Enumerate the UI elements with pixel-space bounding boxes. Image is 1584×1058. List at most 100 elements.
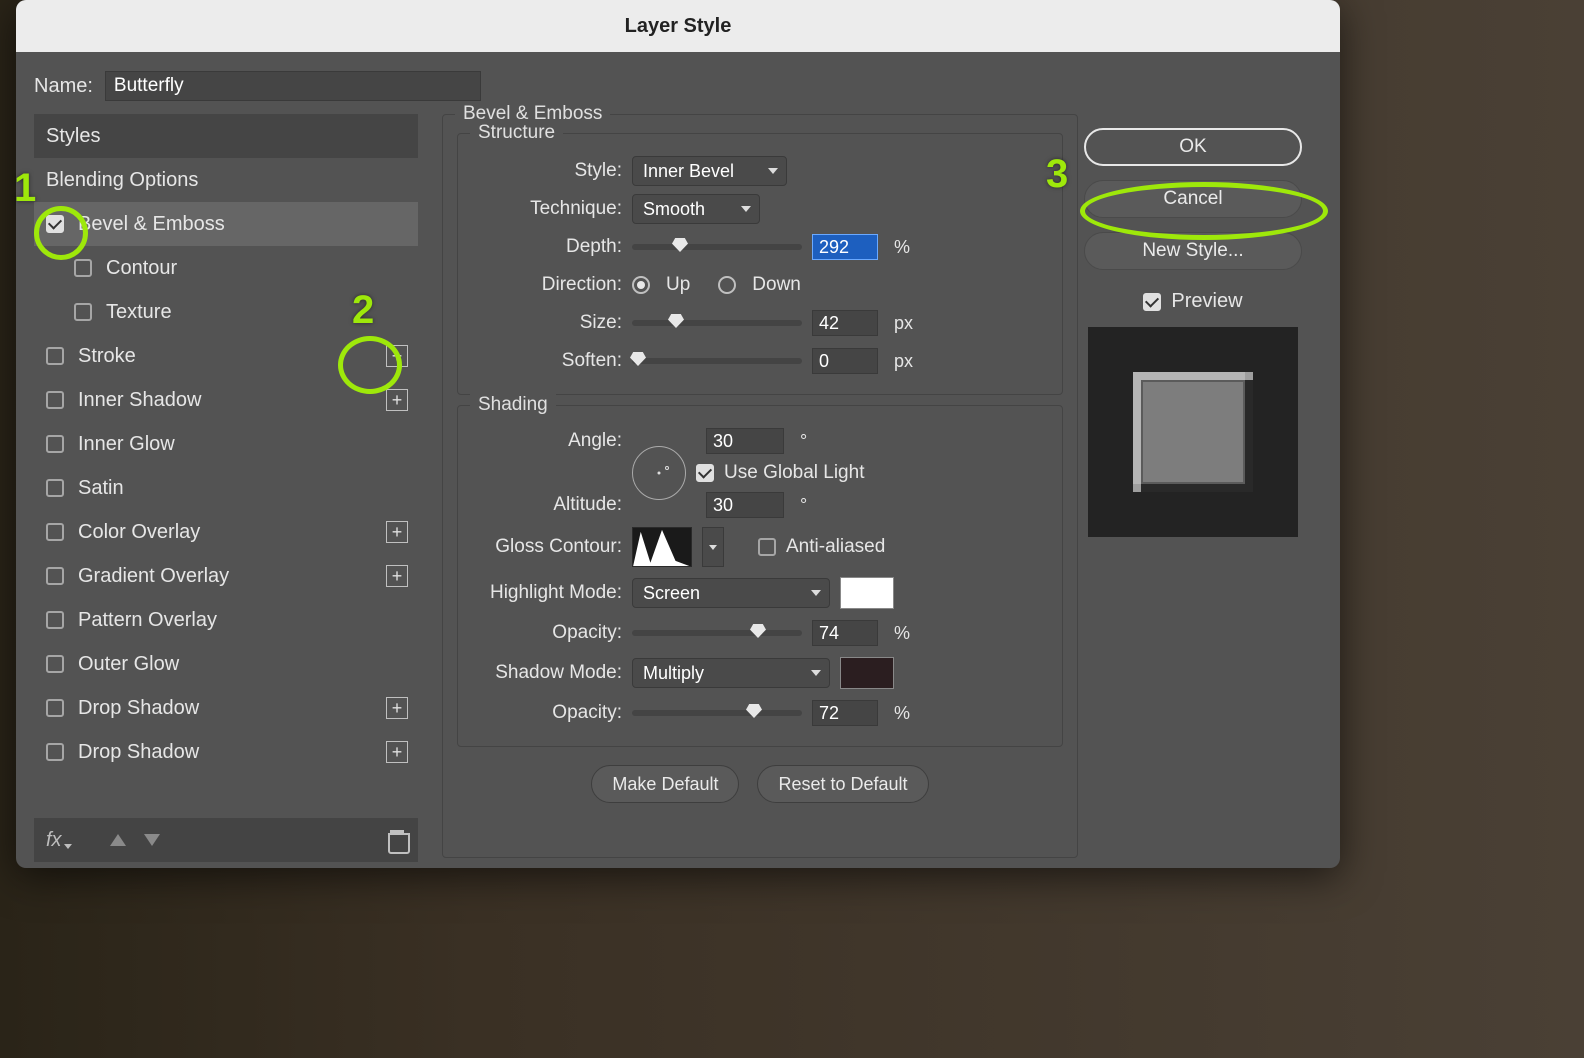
style-item-contour[interactable]: Contour: [34, 246, 418, 290]
checkbox-contour[interactable]: [74, 259, 92, 277]
name-row: Name:: [34, 66, 1322, 106]
checkbox-stroke[interactable]: [46, 347, 64, 365]
style-item-stroke[interactable]: Stroke +: [34, 334, 418, 378]
blending-options[interactable]: Blending Options: [34, 158, 418, 202]
checkbox-drop-shadow-1[interactable]: [46, 699, 64, 717]
shading-title: Shading: [470, 394, 556, 416]
shadow-mode-select[interactable]: Multiply: [632, 658, 830, 688]
checkbox-inner-shadow[interactable]: [46, 391, 64, 409]
gloss-contour-preview[interactable]: [632, 527, 692, 567]
style-label: Drop Shadow: [78, 697, 199, 720]
style-label: Pattern Overlay: [78, 609, 217, 632]
trash-icon[interactable]: [388, 830, 406, 850]
highlight-opacity-unit: %: [894, 623, 910, 644]
structure-title: Structure: [470, 122, 563, 144]
style-item-color-overlay[interactable]: Color Overlay +: [34, 510, 418, 554]
angle-dial[interactable]: [632, 446, 686, 500]
style-item-drop-shadow-2[interactable]: Drop Shadow +: [34, 730, 418, 774]
styles-footer: fx: [34, 818, 418, 862]
gloss-label: Gloss Contour:: [472, 536, 622, 558]
highlight-opacity-field[interactable]: [812, 620, 878, 646]
style-item-satin[interactable]: Satin: [34, 466, 418, 510]
angle-field[interactable]: [706, 428, 784, 454]
preview-label[interactable]: Preview: [1171, 290, 1242, 313]
angle-unit: °: [800, 431, 807, 452]
bevel-emboss-settings: Bevel & Emboss Structure Style: Inner Be…: [442, 114, 1078, 868]
add-stroke-icon[interactable]: +: [386, 345, 408, 367]
style-item-inner-glow[interactable]: Inner Glow: [34, 422, 418, 466]
ok-button[interactable]: OK: [1084, 128, 1302, 166]
checkbox-color-overlay[interactable]: [46, 523, 64, 541]
style-item-drop-shadow-1[interactable]: Drop Shadow +: [34, 686, 418, 730]
gloss-contour-dropdown[interactable]: [702, 527, 724, 567]
soften-field[interactable]: [812, 348, 878, 374]
style-label: Style:: [472, 160, 622, 182]
new-style-button[interactable]: New Style...: [1084, 232, 1302, 270]
checkbox-inner-glow[interactable]: [46, 435, 64, 453]
checkbox-drop-shadow-2[interactable]: [46, 743, 64, 761]
direction-down-radio[interactable]: [718, 276, 736, 294]
highlight-mode-select[interactable]: Screen: [632, 578, 830, 608]
add-drop-shadow-1-icon[interactable]: +: [386, 697, 408, 719]
highlight-color-swatch[interactable]: [840, 577, 894, 609]
checkbox-gradient-overlay[interactable]: [46, 567, 64, 585]
style-item-outer-glow[interactable]: Outer Glow: [34, 642, 418, 686]
size-unit: px: [894, 313, 913, 334]
reset-default-button[interactable]: Reset to Default: [757, 765, 928, 803]
add-inner-shadow-icon[interactable]: +: [386, 389, 408, 411]
altitude-label: Altitude:: [472, 494, 622, 516]
depth-field[interactable]: [812, 234, 878, 260]
styles-panel: Styles Blending Options Bevel & Emboss C…: [34, 114, 418, 868]
direction-down-label[interactable]: Down: [752, 274, 801, 296]
checkbox-pattern-overlay[interactable]: [46, 611, 64, 629]
shadow-opacity-unit: %: [894, 703, 910, 724]
soften-slider[interactable]: [632, 358, 802, 364]
dialog-titlebar: Layer Style: [16, 0, 1340, 52]
direction-up-label[interactable]: Up: [666, 274, 690, 296]
default-buttons-row: Make Default Reset to Default: [457, 765, 1063, 803]
shadow-opacity-slider[interactable]: [632, 710, 802, 716]
style-label: Inner Shadow: [78, 389, 201, 412]
preview-checkbox[interactable]: [1143, 293, 1161, 311]
checkbox-outer-glow[interactable]: [46, 655, 64, 673]
cancel-button[interactable]: Cancel: [1084, 180, 1302, 218]
highlight-opacity-label: Opacity:: [472, 622, 622, 644]
highlight-opacity-slider[interactable]: [632, 630, 802, 636]
name-input[interactable]: [105, 71, 481, 101]
global-light-checkbox[interactable]: [696, 464, 714, 482]
altitude-field[interactable]: [706, 492, 784, 518]
style-item-pattern-overlay[interactable]: Pattern Overlay: [34, 598, 418, 642]
technique-select[interactable]: Smooth: [632, 194, 760, 224]
antialiased-label[interactable]: Anti-aliased: [786, 536, 885, 558]
shadow-opacity-field[interactable]: [812, 700, 878, 726]
direction-up-radio[interactable]: [632, 276, 650, 294]
add-color-overlay-icon[interactable]: +: [386, 521, 408, 543]
global-light-label[interactable]: Use Global Light: [724, 462, 864, 484]
style-item-gradient-overlay[interactable]: Gradient Overlay +: [34, 554, 418, 598]
add-drop-shadow-2-icon[interactable]: +: [386, 741, 408, 763]
style-select[interactable]: Inner Bevel: [632, 156, 787, 186]
add-gradient-overlay-icon[interactable]: +: [386, 565, 408, 587]
size-slider[interactable]: [632, 320, 802, 326]
styles-header[interactable]: Styles: [34, 114, 418, 158]
structure-group: Structure Style: Inner Bevel Technique: …: [457, 133, 1063, 395]
style-label: Stroke: [78, 345, 136, 368]
style-item-bevel-emboss[interactable]: Bevel & Emboss: [34, 202, 418, 246]
move-down-icon[interactable]: [144, 834, 160, 846]
depth-slider[interactable]: [632, 244, 802, 250]
preview-thumbnail: [1088, 327, 1298, 537]
checkbox-texture[interactable]: [74, 303, 92, 321]
highlight-mode-label: Highlight Mode:: [472, 582, 622, 604]
make-default-button[interactable]: Make Default: [591, 765, 739, 803]
shadow-color-swatch[interactable]: [840, 657, 894, 689]
size-label: Size:: [472, 312, 622, 334]
checkbox-bevel-emboss[interactable]: [46, 215, 64, 233]
checkbox-satin[interactable]: [46, 479, 64, 497]
angle-label: Angle:: [472, 430, 622, 452]
move-up-icon[interactable]: [110, 834, 126, 846]
antialiased-checkbox[interactable]: [758, 538, 776, 556]
size-field[interactable]: [812, 310, 878, 336]
style-item-inner-shadow[interactable]: Inner Shadow +: [34, 378, 418, 422]
fx-menu-icon[interactable]: fx: [46, 829, 62, 852]
shading-group: Shading Angle: °: [457, 405, 1063, 747]
